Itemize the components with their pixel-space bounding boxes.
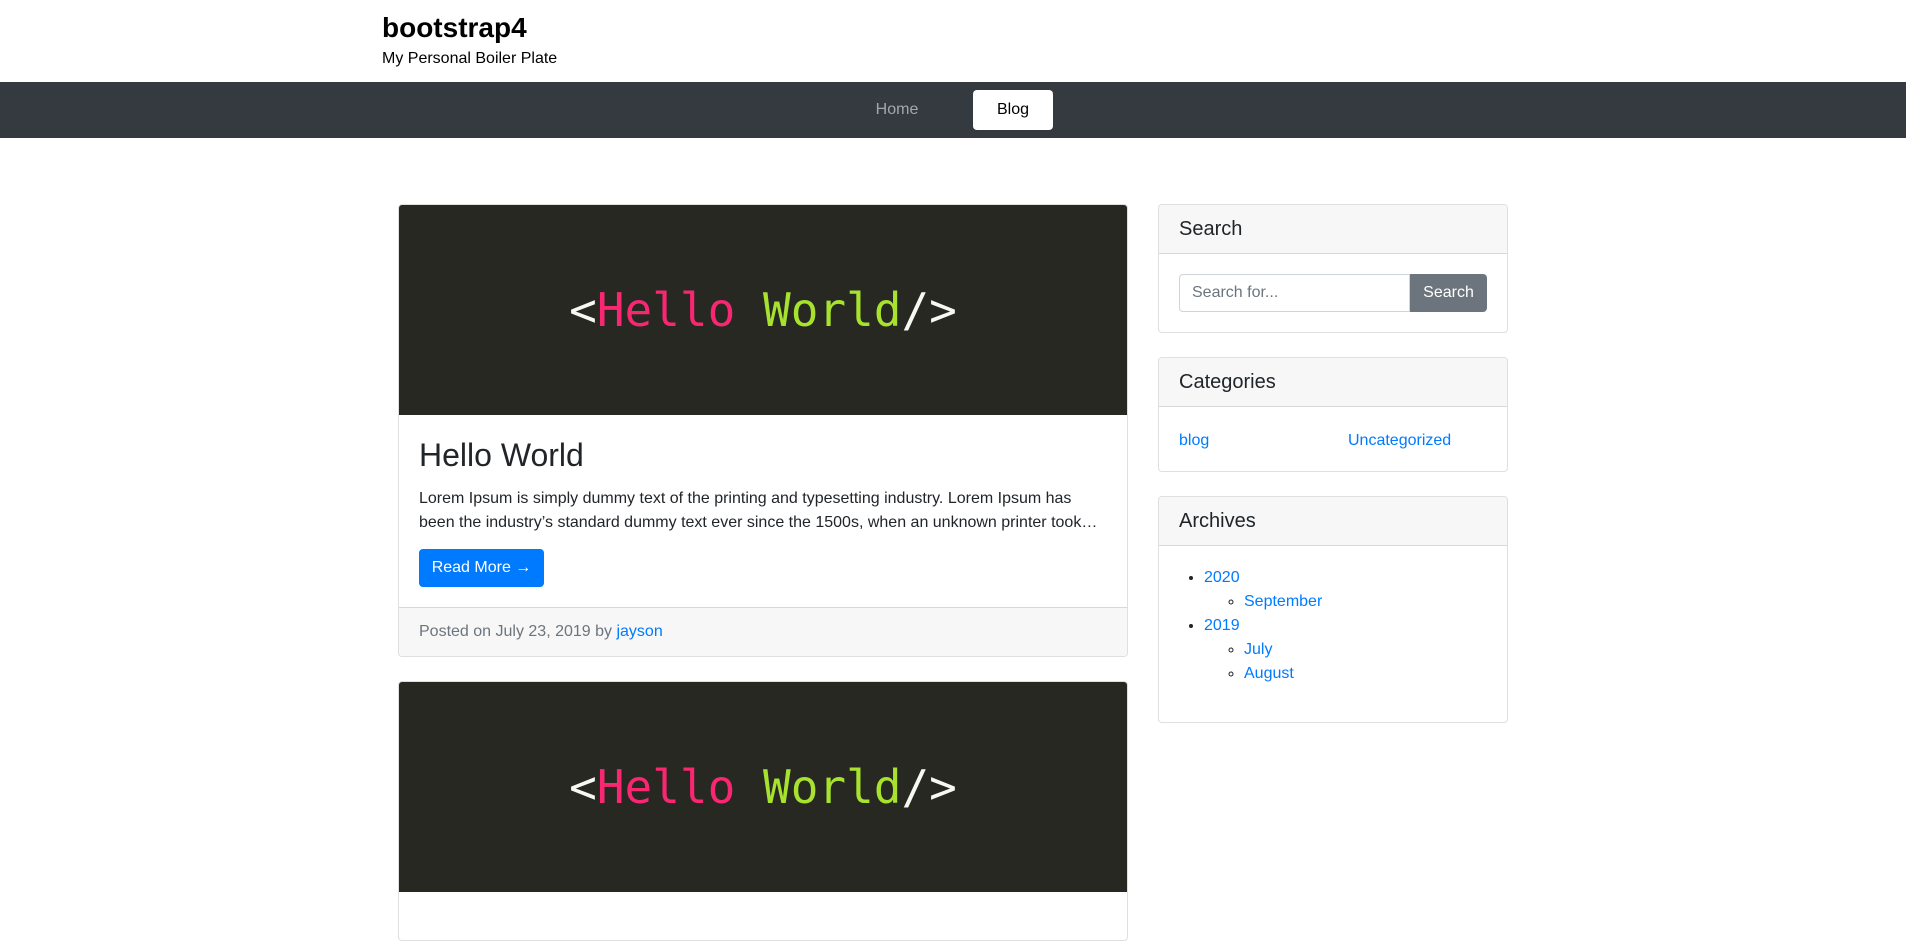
post-card: < Hello World/> [398,681,1128,941]
archives-widget-title: Archives [1159,497,1507,546]
search-widget-title: Search [1159,205,1507,254]
archive-month-list: July August [1204,638,1322,686]
post-excerpt: Lorem Ipsum is simply dummy text of the … [419,487,1109,535]
code-open-bracket: < [569,760,597,814]
site-tagline: My Personal Boiler Plate [382,50,558,67]
posted-on-text: Posted on July 23, 2019 by [419,623,617,640]
search-input[interactable] [1179,274,1410,312]
code-word-hello: Hello [596,283,736,337]
archives-widget: Archives 2020 September 2019 July August [1158,496,1508,723]
read-more-button[interactable]: Read More → [419,549,544,587]
nav-blog-link[interactable]: Blog [973,90,1053,130]
archive-year-link-2019[interactable]: 2019 [1204,617,1240,634]
archive-month-item: August [1244,662,1322,686]
archive-year-item: 2019 July August [1204,614,1322,686]
search-button[interactable]: Search [1410,274,1487,312]
categories-widget: Categories blog Uncategorized [1158,357,1508,472]
archive-month-list: September [1204,590,1322,614]
archive-month-link-july[interactable]: July [1244,641,1272,658]
archive-month-link-september[interactable]: September [1244,593,1322,610]
code-word-world: World [763,283,902,337]
author-link[interactable]: jayson [616,623,662,640]
category-link-blog[interactable]: blog [1179,429,1209,453]
main-navbar: Home Blog [0,82,1906,138]
archive-list: 2020 September 2019 July August [1204,566,1322,686]
archive-month-link-august[interactable]: August [1244,665,1294,682]
code-close-bracket: /> [901,283,957,337]
nav-home-link[interactable]: Home [856,90,938,130]
code-open-bracket: < [569,283,597,337]
post-excerpt-line: been the industry’s standard dummy text … [419,514,1098,531]
post-meta-footer: Posted on July 23, 2019 by jayson [399,607,1127,656]
archive-year-link-2020[interactable]: 2020 [1204,569,1240,586]
archive-month-item: July [1244,638,1322,662]
code-close-bracket: /> [901,760,957,814]
site-title[interactable]: bootstrap4 [382,10,527,46]
post-title[interactable]: Hello World [419,435,584,475]
archive-month-item: September [1244,590,1322,614]
post-featured-image[interactable]: < Hello World/> [399,205,1127,415]
archive-year-item: 2020 September [1204,566,1322,614]
category-link-uncategorized[interactable]: Uncategorized [1348,429,1451,453]
search-widget: Search Search [1158,204,1508,333]
code-word-hello: Hello [596,760,736,814]
categories-widget-title: Categories [1159,358,1507,407]
post-featured-image[interactable]: < Hello World/> [399,682,1127,892]
code-word-world: World [763,760,902,814]
post-excerpt-line: Lorem Ipsum is simply dummy text of the … [419,490,1072,507]
site-header: bootstrap4 My Personal Boiler Plate [0,0,1906,82]
post-card: < Hello World/> Hello World Lorem Ipsum i… [398,204,1128,657]
